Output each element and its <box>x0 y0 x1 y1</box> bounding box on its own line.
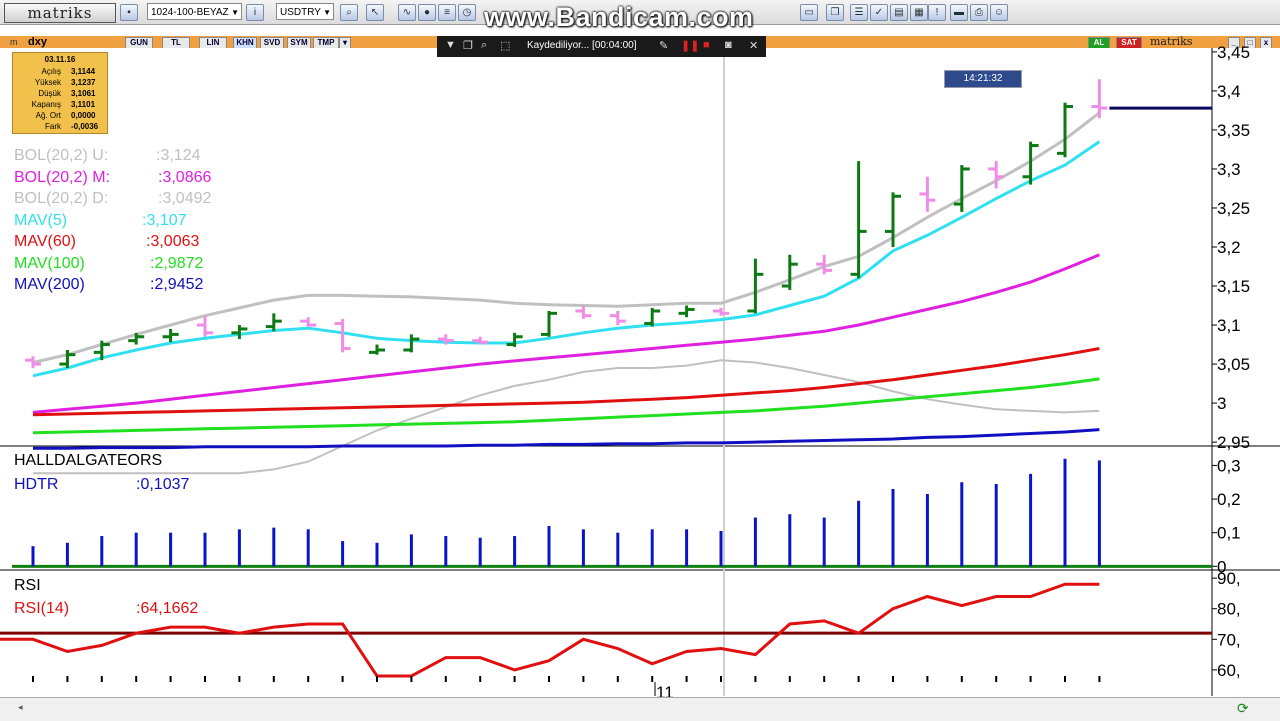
close-icon[interactable]: ✕ <box>749 39 758 52</box>
legend-name: RSI(14) <box>14 600 70 617</box>
legend-name: MAV(100) <box>14 255 85 272</box>
y-tick-label: 3,25 <box>1217 199 1250 218</box>
legend-bol-m: BOL(20,2) M: :3,0866 <box>14 169 211 187</box>
refresh-icon[interactable]: ⟳ <box>1237 700 1249 717</box>
chevron-down-icon[interactable]: ▼ <box>445 39 456 51</box>
info-value: 3,1101 <box>71 100 96 109</box>
chart-background <box>0 48 1280 696</box>
info-row: Ağ. Ort 0,0000 <box>13 110 107 121</box>
legend-value: :3,0492 <box>158 190 212 207</box>
legend-mav200: MAV(200) :2,9452 <box>14 276 203 294</box>
hdtr-panel-title: HALLDALGATEORS <box>14 452 163 469</box>
recording-status: Kaydediliyor... [00:04:00] <box>527 40 637 51</box>
horizontal-scrollbar[interactable]: ◂ ⟳ <box>0 697 1280 721</box>
y-tick-label: 70, <box>1217 630 1241 649</box>
y-tick-label: 3 <box>1217 394 1226 413</box>
info-date: 03.11.16 <box>44 55 76 64</box>
y-tick-label: 60, <box>1217 661 1241 680</box>
legend-bol-u: BOL(20,2) U: :3,124 <box>14 147 200 165</box>
legend-mav5: MAV(5) :3,107 <box>14 212 186 230</box>
legend-value: :2,9452 <box>150 276 204 293</box>
legend-name: BOL(20,2) U: <box>14 147 109 164</box>
legend-rsi: RSI(14) :64,1662 <box>14 600 198 618</box>
info-label: Düşük <box>38 89 61 98</box>
legend-value: :3,107 <box>142 212 187 229</box>
y-tick-label: 0,3 <box>1217 456 1241 475</box>
info-value: 0,0000 <box>71 111 96 120</box>
info-label: Fark <box>45 122 61 131</box>
y-tick-label: 3,15 <box>1217 277 1250 296</box>
info-label: Yüksek <box>34 78 61 87</box>
legend-value: :0,1037 <box>136 476 190 493</box>
legend-name: MAV(200) <box>14 276 85 293</box>
legend-name: MAV(5) <box>14 212 68 229</box>
rsi-panel-title: RSI <box>14 577 41 594</box>
info-row: Açılış 3,1144 <box>13 66 107 77</box>
legend-value: :64,1662 <box>136 600 199 617</box>
search-icon[interactable]: ⌕ <box>481 39 487 52</box>
legend-value: :2,9872 <box>150 255 204 272</box>
camera-icon[interactable]: ◙ <box>725 39 732 51</box>
stop-icon[interactable]: ■ <box>703 39 710 51</box>
y-tick-label: 2,95 <box>1217 433 1250 452</box>
info-row: Yüksek 3,1237 <box>13 77 107 88</box>
y-tick-label: 3,3 <box>1217 160 1241 179</box>
region-icon[interactable]: ⬚ <box>500 39 510 52</box>
legend-mav100: MAV(100) :2,9872 <box>14 255 203 273</box>
legend-bol-d: BOL(20,2) D: :3,0492 <box>14 190 211 208</box>
legend-name: BOL(20,2) M: <box>14 169 111 186</box>
info-value: -0,0036 <box>71 122 99 131</box>
window-icon[interactable]: ❐ <box>463 39 473 52</box>
y-tick-label: 3,05 <box>1217 355 1250 374</box>
recorder-bar: ▼ ❐ ⌕ ⬚ Kaydediliyor... [00:04:00] ✎ ❚❚ … <box>437 36 766 57</box>
info-label: Kapanış <box>31 100 61 109</box>
legend-name: MAV(60) <box>14 233 76 250</box>
y-tick-label: 80, <box>1217 600 1241 619</box>
legend-name: BOL(20,2) D: <box>14 190 109 207</box>
y-tick-label: 0,2 <box>1217 490 1241 509</box>
info-label: Ağ. Ort <box>35 111 61 120</box>
info-value: 3,1144 <box>71 67 96 76</box>
pause-icon[interactable]: ❚❚ <box>681 39 699 52</box>
info-row: Kapanış 3,1101 <box>13 99 107 110</box>
legend-mav60: MAV(60) :3,0063 <box>14 233 199 251</box>
y-tick-label: 3,35 <box>1217 121 1250 140</box>
y-tick-label: 3,4 <box>1217 82 1241 101</box>
legend-value: :3,0063 <box>146 233 200 250</box>
info-row: Düşük 3,1061 <box>13 88 107 99</box>
y-tick-label: 3,2 <box>1217 238 1241 257</box>
pencil-icon[interactable]: ✎ <box>659 39 668 52</box>
legend-name: HDTR <box>14 476 59 493</box>
y-tick-label: 3,45 <box>1217 43 1250 62</box>
info-value: 3,1061 <box>71 89 96 98</box>
legend-value: :3,0866 <box>158 169 212 186</box>
info-value: 3,1237 <box>71 78 96 87</box>
y-tick-label: 90, <box>1217 569 1241 588</box>
info-row: Fark -0,0036 <box>13 121 107 132</box>
ohlc-info-box: 03.11.16 Açılış 3,1144 Yüksek 3,1237 Düşük… <box>12 52 108 134</box>
info-label: Açılış <box>41 67 61 76</box>
crosshair-time-label: 14:21:32 <box>944 70 1022 88</box>
y-tick-label: 3,1 <box>1217 316 1241 335</box>
scroll-left-icon[interactable]: ◂ <box>18 702 23 713</box>
legend-hdtr: HDTR :0,1037 <box>14 476 189 494</box>
y-tick-label: 0,1 <box>1217 524 1241 543</box>
legend-value: :3,124 <box>156 147 201 164</box>
